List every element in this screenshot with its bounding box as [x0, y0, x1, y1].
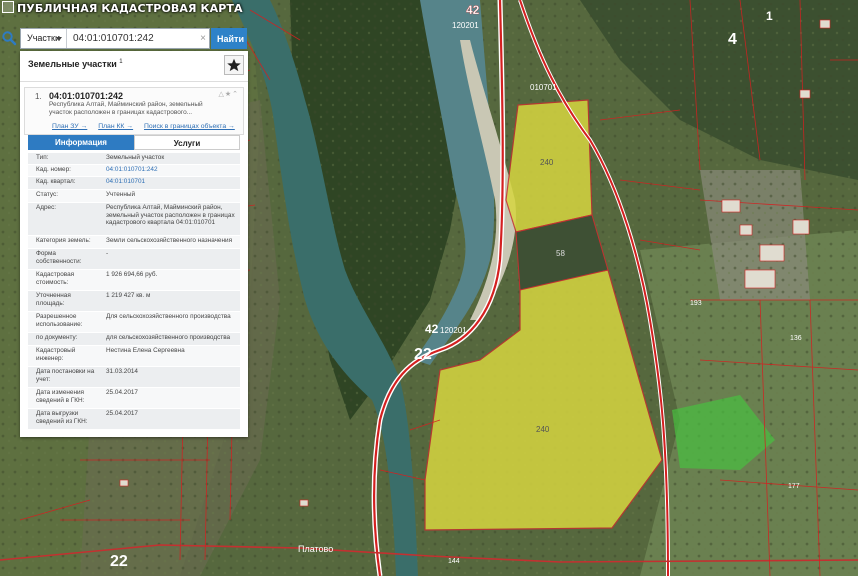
- info-panel: Земельные участки 1 1. 04:01:010701:242 …: [20, 51, 248, 437]
- clear-icon[interactable]: ×: [200, 29, 206, 48]
- favorite-button[interactable]: [224, 55, 244, 75]
- map-label-parcel-58: 58: [556, 249, 565, 258]
- attr-row: Адрес: Республика Алтай, Майминский район…: [28, 203, 240, 236]
- search-bar: Участки × Найти: [0, 27, 250, 51]
- result-number: 1.: [35, 92, 42, 101]
- attr-row: по документу: для сельскохозяйственного п…: [28, 333, 240, 346]
- cadastral-quarter-link[interactable]: 04:01:010701: [106, 178, 238, 186]
- attr-row: Тип: Земельный участок: [28, 153, 240, 165]
- cadastral-number-link[interactable]: 04:01:010701:242: [106, 166, 238, 174]
- result-cadastral-number[interactable]: 04:01:010701:242: [49, 91, 123, 101]
- rosreestr-logo-icon: [2, 1, 14, 13]
- result-links: План ЗУ → План КК → Поиск в границах объ…: [52, 123, 244, 130]
- map-label-parcel-240-top: 240: [540, 158, 554, 167]
- panel-tabs: Информация Услуги: [28, 135, 240, 150]
- map-label-quarter: 010701: [530, 83, 557, 92]
- map-label-road-22-bottom: 22: [110, 553, 128, 570]
- star-icon: [227, 58, 241, 72]
- map-label-144: 144: [448, 558, 460, 565]
- map-label-road-42-top: 42: [466, 3, 480, 17]
- app-title: ПУБЛИЧНАЯ КАДАСТРОВАЯ КАРТА: [0, 0, 249, 18]
- search-in-bounds-link[interactable]: Поиск в границах объекта →: [144, 123, 235, 130]
- plan-zu-link[interactable]: План ЗУ →: [52, 123, 87, 130]
- attr-row: Уточненная площадь: 1 219 427 кв. м: [28, 291, 240, 312]
- map-label-4: 4: [728, 31, 737, 48]
- attr-row: Разрешенное использование: Для сельскохоз…: [28, 312, 240, 333]
- attributes-table: Тип: Земельный участок Кад. номер: 04:01:0…: [28, 153, 240, 430]
- attr-row: Кад. номер: 04:01:010701:242: [28, 165, 240, 177]
- attr-row: Категория земель: Земли сельскохозяйствен…: [28, 236, 240, 249]
- search-box: Участки ×: [20, 28, 210, 49]
- attr-row: Статус: Учтенный: [28, 190, 240, 203]
- map-label-177: 177: [788, 483, 800, 490]
- map-label-road-42: 42: [425, 322, 439, 336]
- map-label-settlement: Платово: [298, 544, 333, 554]
- result-address: Республика Алтай, Майминский район, земе…: [49, 101, 203, 116]
- results-count: 1: [119, 59, 123, 65]
- search-icon[interactable]: [1, 30, 17, 46]
- panel-title: Земельные участки 1: [28, 59, 123, 69]
- map-label-quarter-mid: 120201: [440, 326, 467, 335]
- find-button[interactable]: Найти: [211, 28, 247, 49]
- tab-information[interactable]: Информация: [28, 135, 134, 150]
- tab-services[interactable]: Услуги: [134, 135, 240, 150]
- attr-row: Дата изменения сведений в ГКН: 25.04.2017: [28, 388, 240, 409]
- attr-row: Кадастровый инженер: Нестина Елена Сергее…: [28, 346, 240, 367]
- attr-row: Дата выгрузки сведений из ГКН: 25.04.2017: [28, 409, 240, 430]
- attr-row: Кадастровая стоимость: 1 926 694,66 руб.: [28, 270, 240, 291]
- map-label-193: 193: [690, 300, 702, 307]
- object-type-select[interactable]: Участки: [21, 29, 67, 48]
- result-actions-icon[interactable]: △★⌃: [218, 90, 239, 98]
- map-label-parcel-240: 240: [536, 425, 550, 434]
- chevron-down-icon: [56, 37, 62, 41]
- panel-header: Земельные участки 1: [20, 51, 248, 82]
- map-label-136: 136: [790, 335, 802, 342]
- map-label-quarter-top: 120201: [452, 21, 479, 30]
- attr-row: Форма собственности: -: [28, 249, 240, 270]
- map-label-road-22: 22: [414, 346, 432, 363]
- search-input[interactable]: [71, 29, 203, 48]
- map-label-1: 1: [766, 9, 773, 23]
- plan-kk-link[interactable]: План КК →: [98, 123, 133, 130]
- attr-row: Дата постановки на учет: 31.03.2014: [28, 367, 240, 388]
- attr-row: Кад. квартал: 04:01:010701: [28, 177, 240, 190]
